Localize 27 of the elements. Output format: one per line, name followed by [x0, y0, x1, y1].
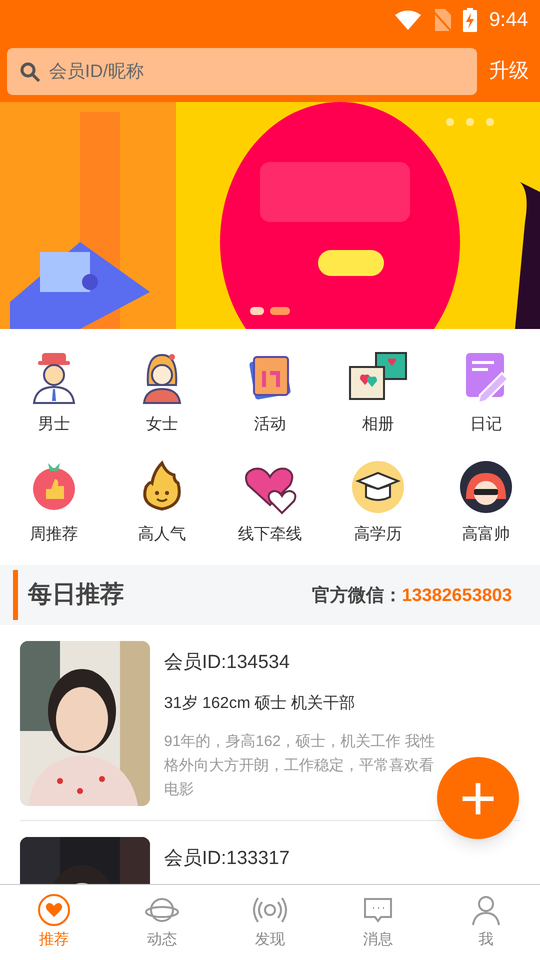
tab[interactable]: 我: [432, 885, 540, 960]
battery-charging-icon: [463, 8, 478, 32]
search-field[interactable]: 会员ID/昵称: [7, 48, 477, 94]
contact-label: 官方微信：: [312, 584, 402, 606]
member-id: 会员ID:133317: [164, 847, 290, 871]
category-item[interactable]: 相册: [324, 349, 432, 437]
category-item[interactable]: 高人气: [108, 459, 216, 547]
category-item[interactable]: 男士: [0, 349, 108, 437]
category-item[interactable]: 日记: [432, 349, 540, 437]
category-item[interactable]: 高富帅: [432, 459, 540, 547]
tab[interactable]: 消息: [324, 885, 432, 960]
no-sim-icon: [433, 9, 452, 31]
tab[interactable]: 发现: [216, 885, 324, 960]
tab[interactable]: 动态: [108, 885, 216, 960]
category-item[interactable]: 活动: [216, 349, 324, 437]
member-description: 91年的，身高162，硕士，机关工作 我性格外向大方开朗，工作稳定，平常喜欢看电影: [164, 732, 436, 800]
search-icon: [19, 60, 41, 82]
member-id: 会员ID:134534: [164, 651, 291, 675]
category-item[interactable]: 女士: [108, 349, 216, 437]
person-icon: [469, 893, 503, 928]
status-time: 9:44: [489, 8, 528, 33]
section-title: 每日推荐: [28, 580, 124, 610]
category-item[interactable]: 周推荐: [0, 459, 108, 547]
category-item[interactable]: 线下牵线: [216, 459, 324, 547]
category-item[interactable]: 高学历: [324, 459, 432, 547]
wifi-icon: [395, 10, 422, 30]
member-info: 31岁 162cm 硕士 机关干部: [164, 694, 356, 714]
